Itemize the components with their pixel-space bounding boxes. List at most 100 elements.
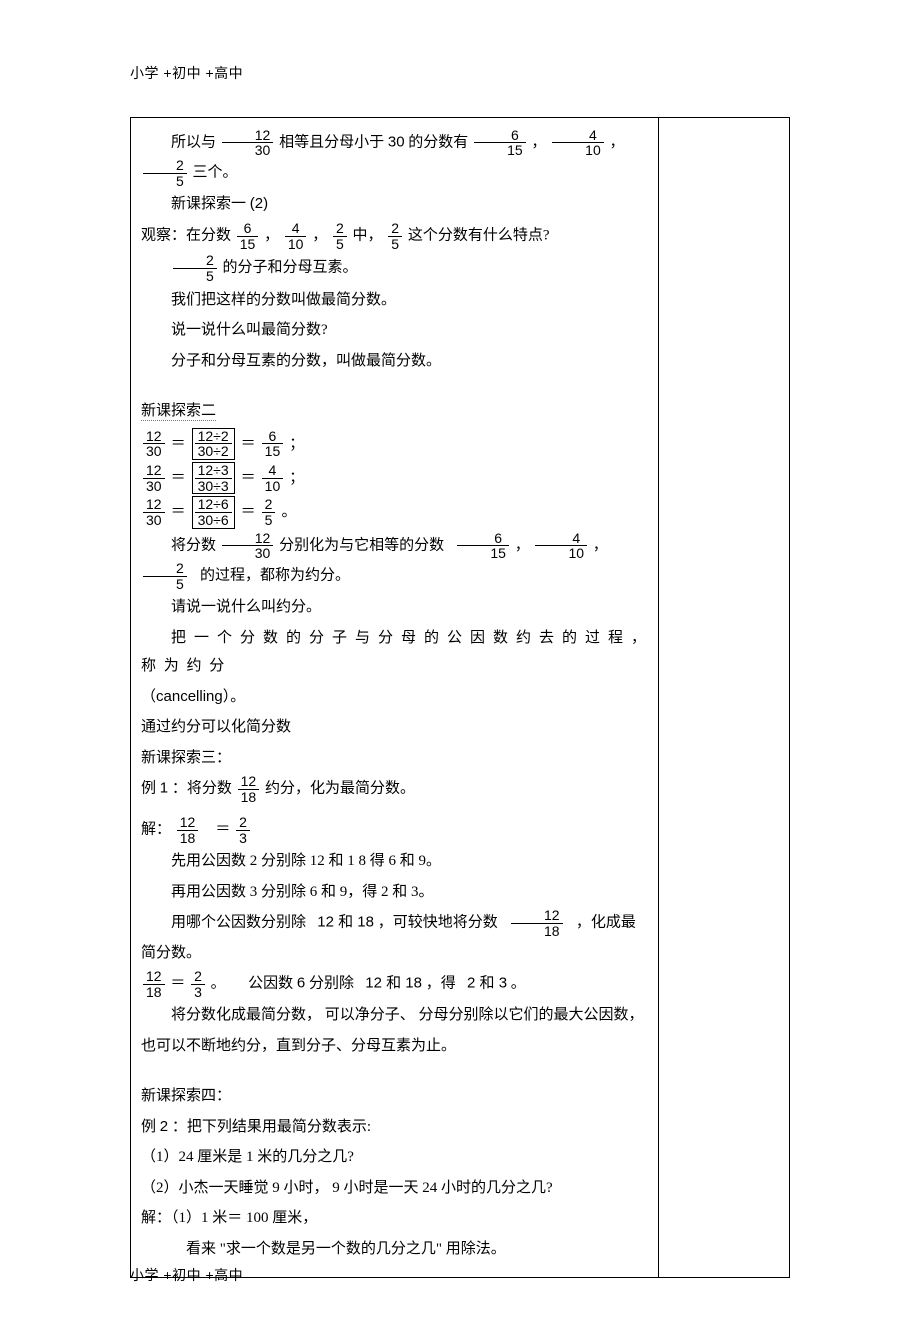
- text: 的分数有: [408, 134, 468, 150]
- heading: 新课探索四：: [141, 1082, 648, 1111]
- empty-notes-cell: [659, 118, 789, 1278]
- denominator: 10: [262, 479, 284, 494]
- denominator: 10: [535, 546, 587, 561]
- paragraph: 用哪个公因数分别除 12 和 18 ，可较快地将分数 1218 ，化成最简分数。: [141, 908, 648, 967]
- text: ，得: [426, 976, 456, 992]
- equals: ＝: [241, 498, 256, 527]
- fraction-12-18: 1218: [238, 774, 260, 804]
- fraction-12-18: 1218: [177, 815, 199, 845]
- fraction-2-3: 23: [191, 969, 205, 999]
- number: 1: [160, 780, 168, 797]
- fraction-boxed: 12÷630÷6: [195, 497, 232, 527]
- text: 用哪个公因数分别除: [171, 915, 306, 931]
- english-term: cancelling: [156, 688, 223, 705]
- fraction-4-10: 410: [552, 128, 604, 158]
- text: 公因数: [248, 976, 293, 992]
- denominator: 10: [552, 143, 604, 158]
- numerator: 12: [222, 128, 274, 144]
- example-2: 例 2 ：把下列结果用最简分数表示:: [141, 1113, 648, 1142]
- numerator: 4: [552, 128, 604, 144]
- punct: 。: [511, 976, 526, 992]
- numerator: 2: [143, 158, 187, 174]
- text: ，: [264, 227, 279, 243]
- punct: 。: [211, 976, 226, 992]
- numerator: 2: [388, 221, 402, 237]
- numerator: 12: [143, 497, 165, 513]
- denominator: 3: [236, 831, 250, 846]
- equals: ＝: [171, 430, 186, 459]
- text: 约分，化为最简分数。: [265, 781, 415, 797]
- solution: 解： 1218 ＝ 23: [141, 815, 648, 845]
- numerator: 12: [143, 463, 165, 479]
- denominator: 5: [388, 237, 402, 252]
- fraction-2-5: 25: [173, 253, 217, 283]
- paragraph: 25 的分子和分母互素。: [141, 253, 648, 283]
- text: 观察：在分数: [141, 227, 231, 243]
- text: ，: [312, 227, 327, 243]
- text: 将分数: [171, 537, 216, 553]
- paragraph: 再用公因数 3 分别除 6 和 9，得 2 和 3。: [141, 878, 648, 907]
- fraction-boxed: 12÷230÷2: [195, 429, 232, 459]
- numerator: 12: [511, 908, 563, 924]
- numerator: 12: [143, 969, 165, 985]
- numerator: 6: [474, 128, 526, 144]
- content-table: 所以与 1230 相等且分母小于 30 的分数有 615 ， 410 ， 25 …: [130, 117, 790, 1279]
- denominator: 5: [143, 577, 187, 592]
- fraction-12-30: 1230: [222, 128, 274, 158]
- text: ，: [609, 134, 624, 150]
- fraction: 1230: [143, 463, 165, 493]
- equation-1: 1230 ＝ 12÷230÷2 ＝ 615 ；: [141, 428, 648, 460]
- text: 分别化为与它相等的分数: [279, 537, 444, 553]
- numerator: 2: [143, 561, 187, 577]
- punct: ；: [289, 430, 304, 459]
- numerator: 12: [238, 774, 260, 790]
- page-header: 小学 +初中 +高中: [130, 60, 920, 87]
- number: (2): [250, 195, 268, 212]
- numerator: 12: [177, 815, 199, 831]
- paragraph: 先用公因数 2 分别除 12 和 1 8 得 6 和 9。: [141, 847, 648, 876]
- paragraph: 观察：在分数 615 ， 410 ， 25 中， 25 这个分数有什么特点?: [141, 221, 648, 251]
- fraction-4-10: 410: [535, 531, 587, 561]
- text: 把 一 个 分 数 的 分 子 与 分 母 的 公 因 数 约 去 的 过 程 …: [141, 630, 648, 675]
- numerator: 12÷3: [195, 463, 232, 479]
- fraction: 1230: [143, 429, 165, 459]
- denominator: 30÷6: [195, 513, 232, 528]
- text: 所以与: [171, 134, 216, 150]
- text: 相等且分母小于: [279, 134, 384, 150]
- paragraph: 所以与 1230 相等且分母小于 30 的分数有 615 ， 410 ， 25 …: [141, 128, 648, 189]
- numerator: 2: [191, 969, 205, 985]
- heading: 新课探索三：: [141, 744, 648, 773]
- text: 的分子和分母互素。: [223, 260, 358, 276]
- denominator: 18: [511, 924, 563, 939]
- denominator: 18: [143, 985, 165, 1000]
- fraction-2-3: 23: [236, 815, 250, 845]
- numerator: 2: [333, 221, 347, 237]
- numerator: 4: [535, 531, 587, 547]
- denominator: 18: [177, 831, 199, 846]
- paragraph: 分子和分母互素的分数，叫做最简分数。: [141, 347, 648, 376]
- denominator: 30÷2: [195, 444, 232, 459]
- paragraph: 我们把这样的分数叫做最简分数。: [141, 286, 648, 315]
- paragraph: 将分数 1230 分别化为与它相等的分数 615 ， 410 ， 25 的过程，…: [141, 531, 648, 592]
- fraction-6-15: 615: [457, 531, 509, 561]
- fraction-2-5: 25: [388, 221, 402, 251]
- equation-2: 1230 ＝ 12÷330÷3 ＝ 410 ；: [141, 462, 648, 494]
- number: 12 和 18: [365, 975, 422, 992]
- numerator: 2: [236, 815, 250, 831]
- text: 三个。: [193, 165, 238, 181]
- text: ，: [593, 537, 608, 553]
- fraction: 615: [262, 429, 284, 459]
- fraction-2-5: 25: [333, 221, 347, 251]
- fraction: 410: [262, 463, 284, 493]
- text: 的过程，都称为约分。: [200, 568, 350, 584]
- denominator: 5: [143, 174, 187, 189]
- numerator: 4: [262, 463, 284, 479]
- paragraph: 把 一 个 分 数 的 分 子 与 分 母 的 公 因 数 约 去 的 过 程 …: [141, 624, 648, 681]
- equation-result: 1218 ＝ 23 。 公因数 6 分别除 12 和 18 ，得 2 和 3 。: [141, 969, 648, 999]
- denominator: 30: [143, 479, 165, 494]
- text: 解：: [141, 821, 171, 837]
- number: 2 和 3: [467, 975, 507, 992]
- paragraph: 也可以不断地约分，直到分子、分母互素为止。: [141, 1032, 648, 1061]
- equals: ＝: [171, 464, 186, 493]
- paragraph: 看来 "求一个数是另一个数的几分之几" 用除法。: [141, 1235, 648, 1264]
